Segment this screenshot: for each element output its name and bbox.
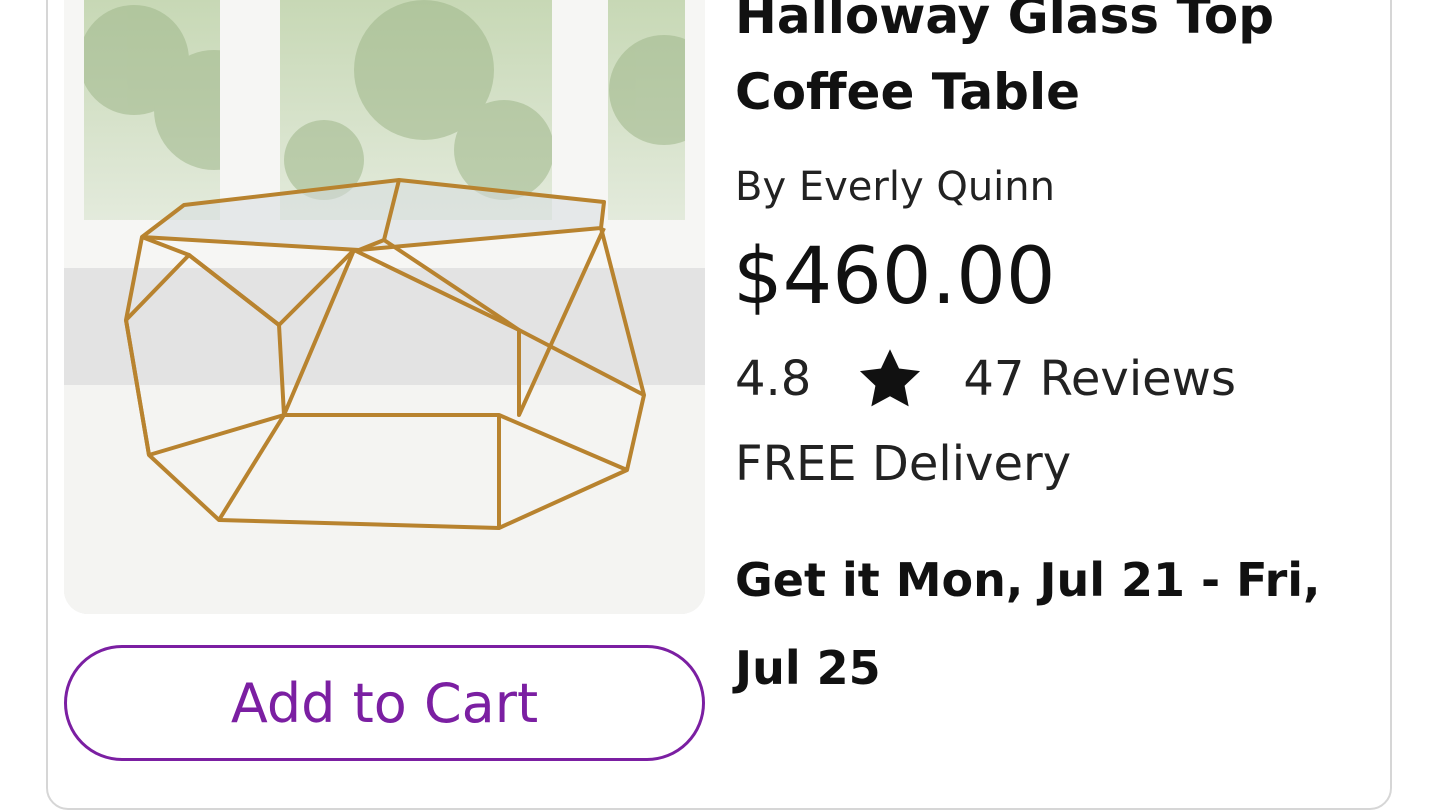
product-image[interactable] bbox=[64, 0, 705, 614]
delivery-label: FREE Delivery bbox=[735, 436, 1072, 492]
reviews-link[interactable]: 47 Reviews bbox=[963, 351, 1236, 407]
product-brand: By Everly Quinn bbox=[735, 164, 1055, 210]
star-icon bbox=[860, 349, 921, 407]
rating-row: 4.8 47 Reviews bbox=[735, 348, 1236, 410]
rating-value: 4.8 bbox=[735, 351, 812, 407]
add-to-cart-button[interactable]: Add to Cart bbox=[64, 645, 705, 761]
delivery-estimate: Get it Mon, Jul 21 - Fri, Jul 25 bbox=[735, 553, 1321, 695]
product-price: $460.00 bbox=[733, 232, 1056, 322]
coffee-table-photo bbox=[64, 0, 705, 614]
product-title[interactable]: Halloway Glass Top Coffee Table bbox=[735, 0, 1375, 130]
